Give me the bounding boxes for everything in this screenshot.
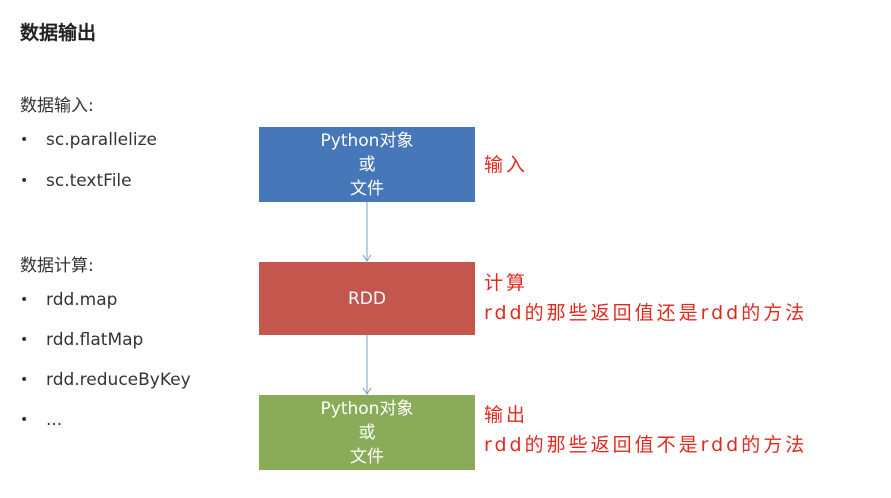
output-annotation-title: 输出 [484, 404, 529, 426]
output-box-line: 或 [358, 422, 376, 443]
output-box-line: 文件 [350, 446, 384, 467]
list-item-text: rdd.flatMap [46, 330, 144, 350]
input-box-line: 或 [358, 154, 376, 175]
list-item: • rdd.flatMap [20, 330, 143, 350]
list-item: • rdd.map [20, 290, 117, 310]
list-item: • sc.textFile [20, 171, 132, 191]
bullet-icon: • [20, 292, 29, 308]
compute-annotation-title: 计算 [484, 272, 529, 294]
rdd-box: RDD [259, 262, 475, 335]
input-box: Python对象 或 文件 [259, 127, 475, 202]
input-box-line: Python对象 [320, 130, 414, 151]
compute-section-heading: 数据计算: [20, 256, 94, 276]
output-box: Python对象 或 文件 [259, 395, 475, 470]
output-box-line: Python对象 [320, 398, 414, 419]
list-item-text: sc.parallelize [46, 130, 157, 150]
list-item: • ... [20, 410, 62, 430]
list-item-text: ... [46, 410, 63, 430]
compute-annotation-desc: rdd的那些返回值还是rdd的方法 [484, 302, 808, 324]
arrow-down-icon [362, 202, 372, 262]
bullet-icon: • [20, 332, 29, 348]
rdd-box-label: RDD [348, 288, 386, 309]
bullet-icon: • [20, 132, 29, 148]
bullet-icon: • [20, 372, 29, 388]
arrow-down-icon [362, 335, 372, 395]
list-item-text: rdd.map [46, 290, 118, 310]
input-section-heading: 数据输入: [20, 96, 94, 116]
bullet-icon: • [20, 173, 29, 189]
list-item-text: rdd.reduceByKey [46, 370, 191, 390]
output-annotation-desc: rdd的那些返回值不是rdd的方法 [484, 434, 808, 456]
input-box-line: 文件 [350, 178, 384, 199]
bullet-icon: • [20, 412, 29, 428]
list-item-text: sc.textFile [46, 171, 132, 191]
list-item: • sc.parallelize [20, 130, 157, 150]
input-annotation: 输入 [484, 154, 529, 176]
list-item: • rdd.reduceByKey [20, 370, 191, 390]
slide-title: 数据输出 [20, 22, 97, 44]
